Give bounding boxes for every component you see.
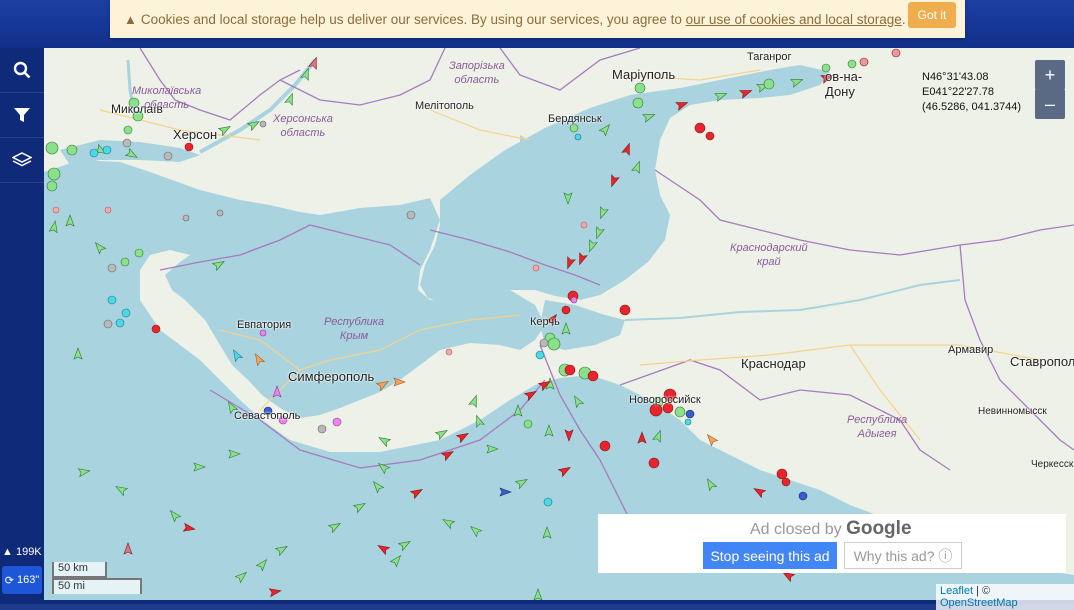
cursor-coordinates: N46°31'43.08 E041°22'27.78 (46.5286, 041… bbox=[922, 70, 1021, 115]
label-mykolaiv: Миколаїв bbox=[111, 102, 163, 116]
map-attribution: Leaflet | © OpenStreetMap bbox=[936, 584, 1074, 610]
coord-lon: E041°22'27.78 bbox=[922, 86, 994, 98]
sidebar: ▲ 199K bbox=[0, 48, 44, 604]
ad-closed-panel: Ad closed by Google Stop seeing this ad … bbox=[598, 514, 1066, 573]
scale-mi: 50 mi bbox=[52, 578, 142, 594]
label-stavropol: Ставрополь bbox=[1010, 354, 1074, 369]
label-nevinnomyssk: Невинномысск bbox=[978, 406, 1047, 417]
label-simferopol: Симферополь bbox=[288, 369, 375, 384]
osm-link[interactable]: OpenStreetMap bbox=[940, 597, 1018, 609]
coord-decimal: (46.5286, 041.3744) bbox=[922, 101, 1022, 113]
why-this-ad-button[interactable]: Why this ad? ⓘ bbox=[844, 542, 962, 569]
layers-button[interactable] bbox=[0, 138, 44, 183]
label-berdiansk: Бердянськ bbox=[548, 113, 602, 125]
label-kherson: Херсон bbox=[173, 127, 218, 142]
label-mariupol: Маріуполь bbox=[612, 67, 676, 82]
label-krasnodar: Краснодар bbox=[741, 356, 806, 371]
cookie-banner: ▲ Cookies and local storage help us deli… bbox=[110, 0, 965, 38]
bottom-strip bbox=[44, 600, 1074, 604]
ad-closed-title: Ad closed by Google bbox=[750, 518, 912, 539]
cookie-text: Cookies and local storage help us delive… bbox=[140, 11, 682, 27]
refresh-icon: ⟳ bbox=[4, 574, 14, 587]
label-yevpatoria: Евпатория bbox=[237, 319, 292, 331]
zoom-in-button[interactable]: + bbox=[1035, 60, 1065, 90]
label-kerch: Керчь bbox=[530, 316, 560, 328]
label-cherkessk: Черкесск bbox=[1031, 459, 1074, 470]
leaflet-link[interactable]: Leaflet bbox=[940, 585, 973, 597]
search-button[interactable] bbox=[0, 48, 44, 93]
google-logo: Google bbox=[846, 518, 912, 539]
layers-icon bbox=[12, 152, 32, 167]
filter-icon bbox=[14, 108, 30, 122]
label-novorossiysk: Новороссийск bbox=[629, 394, 701, 406]
cookie-policy-link[interactable]: our use of cookies and local storage bbox=[686, 12, 902, 27]
label-armavir: Армавир bbox=[948, 344, 994, 356]
vessel-dots bbox=[45, 48, 901, 507]
coord-lat: N46°31'43.08 bbox=[922, 71, 989, 83]
search-icon bbox=[13, 61, 31, 79]
stop-seeing-ad-button[interactable]: Stop seeing this ad bbox=[703, 542, 837, 569]
warning-icon: ▲ bbox=[124, 11, 137, 27]
label-zaporizka: Запорізька область bbox=[449, 60, 505, 86]
scale-km: 50 km bbox=[52, 562, 107, 578]
label-tahanrih: Таганрог bbox=[747, 51, 792, 63]
label-adygea: Республика Адыгея bbox=[847, 414, 908, 440]
label-sevastopol: Севастополь bbox=[234, 410, 301, 422]
refresh-button[interactable]: ⟳ 163" bbox=[2, 566, 42, 594]
label-krasnodarskiy: Краснодарский край bbox=[730, 242, 808, 268]
vessel-count: ▲ 199K bbox=[2, 546, 42, 558]
ship-icon: ▲ bbox=[2, 546, 13, 558]
filter-button[interactable] bbox=[0, 93, 44, 138]
got-it-button[interactable]: Got it bbox=[908, 2, 956, 28]
label-melitopol: Мелітополь bbox=[415, 100, 474, 112]
label-krym: Республика Крым bbox=[324, 316, 385, 342]
zoom-out-button[interactable]: – bbox=[1035, 89, 1065, 119]
label-rostov: ов-на- Дону bbox=[825, 69, 863, 99]
label-khersonska: Херсонська область bbox=[273, 113, 333, 139]
cookie-text-end: . bbox=[901, 11, 906, 27]
